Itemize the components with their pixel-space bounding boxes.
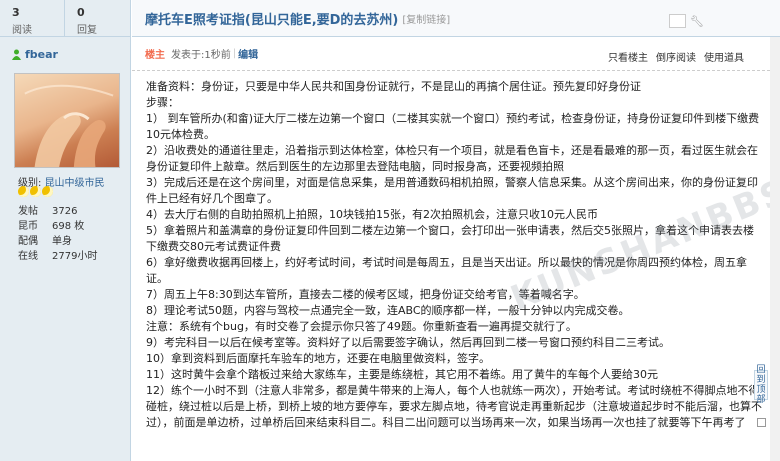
replies-stat: 0 回复 bbox=[64, 0, 128, 36]
scroll-down-icon[interactable] bbox=[757, 418, 766, 427]
post-main: 摩托车E照考证指(昆山只能E,要D的去苏州) [复制链接] 🔧︎ 楼主 发表于:… bbox=[132, 0, 780, 461]
thread-stats: 3 阅读 0 回复 bbox=[0, 0, 130, 37]
info-value: 2779小时 bbox=[52, 251, 98, 262]
page-scrollbar[interactable] bbox=[770, 37, 780, 461]
posted-time: 1秒前 bbox=[204, 50, 231, 61]
op-badge: 楼主 bbox=[145, 50, 165, 61]
body-line: 7）周五上午8:30到达车管所，直接去二楼的候考区域，把身份证交给考官，等着喊名… bbox=[146, 288, 585, 301]
edit-link[interactable]: 编辑 bbox=[238, 46, 258, 61]
info-key: 昆币 bbox=[18, 221, 38, 232]
moon-icon bbox=[30, 186, 41, 197]
info-key: 发帖 bbox=[18, 206, 38, 217]
online-user-icon bbox=[12, 49, 21, 60]
moon-icon bbox=[18, 186, 29, 197]
post-body: 准备资料：身份证，只要是中华人民共和国身份证就行，不是昆山的再搞个居住证。预先复… bbox=[132, 71, 780, 431]
replies-count: 0 bbox=[77, 6, 85, 19]
only-author-link[interactable]: 只看楼主 bbox=[608, 49, 648, 64]
avatar[interactable] bbox=[14, 73, 120, 168]
replies-label: 回复 bbox=[77, 25, 97, 36]
level-link[interactable]: 昆山中级市民 bbox=[45, 178, 105, 189]
body-line: 9）考完科目一以后在候考室等。资料好了以后需要签字确认，然后再回到二楼一号窗口预… bbox=[146, 336, 670, 349]
info-value: 单身 bbox=[52, 236, 72, 247]
back-to-top-button[interactable]: 回到顶部 bbox=[754, 365, 768, 405]
author-name[interactable]: fbear bbox=[25, 48, 58, 61]
info-row-spouse: 配偶 单身 bbox=[18, 234, 128, 249]
toggle-box[interactable] bbox=[669, 14, 687, 28]
views-stat: 3 阅读 bbox=[0, 0, 64, 36]
thread-title: 摩托车E照考证指(昆山只能E,要D的去苏州) bbox=[145, 12, 399, 28]
posted-prefix: 发表于: bbox=[171, 50, 205, 61]
body-line: 2）沿收费处的通道往里走，沿着指示到达体检室，体检只有一个项目，就是看色盲卡，还… bbox=[146, 144, 758, 173]
separator: | bbox=[232, 48, 237, 59]
thread-title-bar: 摩托车E照考证指(昆山只能E,要D的去苏州) [复制链接] 🔧︎ bbox=[132, 0, 780, 37]
body-line: 3）完成后还是在这个房间里，对面是信息采集，是用普通数码相机拍照，警察人信息采集… bbox=[146, 176, 758, 205]
body-line: 8）理论考试50题，内容与驾校一点通完全一致，连ABC的顺序都一样，一般十分钟以… bbox=[146, 304, 630, 317]
body-line: 步骤： bbox=[146, 96, 179, 109]
body-line: 准备资料：身份证，只要是中华人民共和国身份证就行，不是昆山的再搞个居住证。预先复… bbox=[146, 80, 641, 93]
body-line: 注意：系统有个bug，有时交卷了会提示你只答了49题。你重新查看一遍再提交就行了… bbox=[146, 320, 577, 333]
body-line: 10）拿到资料到后面摩托车验车的地方，还要在电脑里做资料，签字。 bbox=[146, 352, 490, 365]
body-line: 1） 到车管所办(和畲)证大厅二楼左边第一个窗口（二楼其实就一个窗口）预约考试，… bbox=[146, 112, 760, 141]
body-line: 12）练个一小时不到（注意人非常多，都是黄牛带来的上海人，每个人也就练一两次），… bbox=[146, 384, 762, 429]
author-sidebar: 3 阅读 0 回复 fbear 级别: 昆山中级市民 发帖 3726 昆币 698 … bbox=[0, 0, 131, 461]
copy-link[interactable]: [复制链接] bbox=[402, 11, 450, 26]
body-line: 4）去大厅右侧的自助拍照机上拍照，10块钱拍15张，有2次拍照机会，注意只收10… bbox=[146, 208, 598, 221]
info-row-coins: 昆币 698 枚 bbox=[18, 219, 128, 234]
rank-stars bbox=[18, 186, 53, 197]
info-row-online: 在线 2779小时 bbox=[18, 249, 128, 264]
post-actions: 只看楼主 倒序阅读 使用道具 bbox=[608, 49, 744, 64]
title-tools: 🔧︎ bbox=[669, 14, 704, 28]
post-meta-bar: 楼主 发表于: 1秒前 | 编辑 只看楼主 倒序阅读 使用道具 bbox=[132, 37, 770, 71]
info-key: 在线 bbox=[18, 251, 38, 262]
author-row: fbear bbox=[0, 37, 130, 61]
body-line: 5）拿着照片和盖满章的身份证复印件回到二楼左边第一个窗口，会打印出一张申请表，然… bbox=[146, 224, 754, 253]
views-label: 阅读 bbox=[12, 25, 32, 36]
wrench-icon[interactable]: 🔧︎ bbox=[690, 15, 704, 28]
info-key: 配偶 bbox=[18, 236, 38, 247]
reverse-order-link[interactable]: 倒序阅读 bbox=[656, 49, 696, 64]
views-count: 3 bbox=[12, 6, 20, 19]
info-value: 3726 bbox=[52, 206, 78, 217]
author-info: 发帖 3726 昆币 698 枚 配偶 单身 在线 2779小时 bbox=[18, 204, 128, 264]
body-line: 11）这时黄牛会拿个踏板过来给大家练车，主要是练绕桩，其它用不着练。用了黄牛的车… bbox=[146, 368, 658, 381]
info-value: 698 枚 bbox=[52, 221, 85, 232]
info-row-posts: 发帖 3726 bbox=[18, 204, 128, 219]
use-tools-link[interactable]: 使用道具 bbox=[704, 49, 744, 64]
moon-icon bbox=[42, 186, 53, 197]
body-line: 6）拿好缴费收据再回楼上，约好考试时间，考试时间是每周五，且是当天出证。所以最快… bbox=[146, 256, 747, 285]
